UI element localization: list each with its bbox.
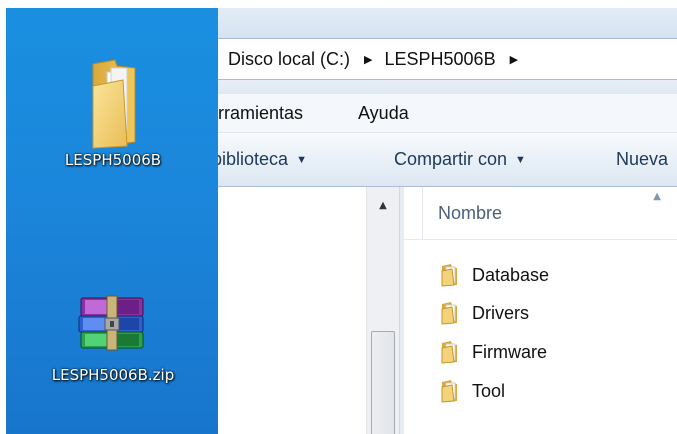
desktop-zip-label: LESPH5006B.zip xyxy=(51,366,175,384)
column-header-label: Nombre xyxy=(438,203,503,223)
list-item[interactable]: Drivers xyxy=(438,298,529,328)
chevron-right-icon[interactable]: ▶ xyxy=(364,53,372,66)
scroll-up-arrow-icon[interactable]: ▲ xyxy=(367,187,399,223)
command-toolbar: ibiblioteca ▼ Compartir con ▼ Nueva xyxy=(218,134,677,187)
window-title-strip xyxy=(218,8,677,38)
file-name: Tool xyxy=(472,380,506,401)
chevron-down-icon: ▼ xyxy=(515,154,526,166)
address-bar[interactable]: Disco local (C:) ▶ LESPH5006B ▶ xyxy=(218,38,677,80)
menu-bar: rramientas Ayuda xyxy=(218,94,677,133)
list-item[interactable]: Firmware xyxy=(438,337,547,367)
folder-icon xyxy=(441,341,457,364)
desktop-folder-item[interactable]: LESPH5006B xyxy=(6,56,220,169)
toolbar-biblioteca-button[interactable]: ibiblioteca ▼ xyxy=(218,149,307,170)
scroll-thumb[interactable] xyxy=(371,331,395,434)
chevron-down-icon: ▼ xyxy=(296,154,307,166)
folder-icon xyxy=(83,56,143,151)
nav-scrollbar[interactable]: ▲ xyxy=(366,187,400,434)
chevron-right-icon[interactable]: ▶ xyxy=(510,53,518,66)
list-item[interactable]: Database xyxy=(438,260,549,290)
address-toolbar-gap xyxy=(218,80,677,94)
toolbar-biblioteca-label: ibiblioteca xyxy=(218,149,289,169)
file-name: Database xyxy=(472,264,550,285)
list-item[interactable]: Tool xyxy=(438,376,505,406)
file-list: Nombre ▲ Database Drivers Firmware Tool xyxy=(404,187,677,434)
toolbar-nueva-button[interactable]: Nueva xyxy=(616,149,668,170)
winrar-archive-icon xyxy=(73,294,153,366)
explorer-window: Disco local (C:) ▶ LESPH5006B ▶ rramient… xyxy=(218,8,677,434)
desktop-zip-item[interactable]: LESPH5006B.zip xyxy=(6,294,220,384)
sort-ascending-icon: ▲ xyxy=(653,191,661,202)
desktop: LESPH5006B LESPH5006B.zip xyxy=(6,8,220,434)
column-header-nombre[interactable]: Nombre ▲ xyxy=(404,187,677,240)
folder-icon xyxy=(441,264,457,287)
file-name: Drivers xyxy=(472,302,529,323)
toolbar-compartir-button[interactable]: Compartir con ▼ xyxy=(394,149,526,170)
folder-icon xyxy=(441,302,457,325)
menu-item-herramientas[interactable]: rramientas xyxy=(218,103,303,124)
toolbar-compartir-label: Compartir con xyxy=(394,149,508,169)
desktop-folder-label: LESPH5006B xyxy=(64,151,162,169)
menu-item-ayuda[interactable]: Ayuda xyxy=(358,103,409,124)
breadcrumb-folder[interactable]: LESPH5006B xyxy=(385,49,496,70)
navigation-pane[interactable] xyxy=(218,187,366,434)
folder-icon xyxy=(441,380,457,403)
file-name: Firmware xyxy=(472,341,547,362)
toolbar-nueva-label: Nueva xyxy=(616,149,669,169)
breadcrumb-disk[interactable]: Disco local (C:) xyxy=(218,49,350,70)
column-separator[interactable] xyxy=(422,187,423,239)
